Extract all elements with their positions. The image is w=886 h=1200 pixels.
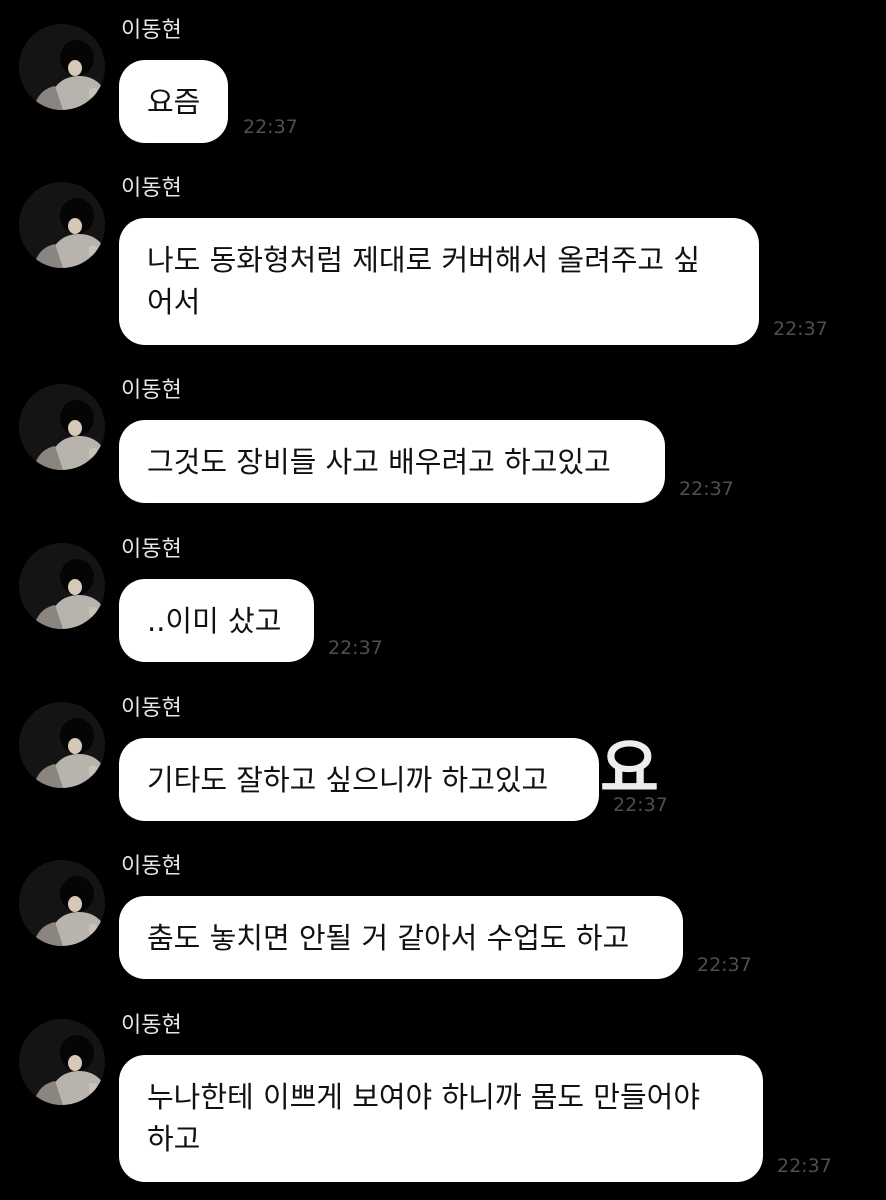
message-bubble[interactable]: 기타도 잘하고 싶으니까 하고있고 [119,738,599,821]
sender-name: 이동현 [121,18,182,43]
message-time: 22:37 [679,478,734,500]
sender-name: 이동현 [121,378,182,403]
message-time: 22:37 [613,794,668,816]
message-text-line: 나도 동화형처럼 제대로 커버해서 올려주고 싶 [147,243,701,277]
avatar[interactable] [19,860,105,946]
sender-name: 이동현 [121,854,182,879]
message-text: ..이미 샀고 [147,603,282,638]
sender-name: 이동현 [121,696,182,721]
message-bubble[interactable]: 나도 동화형처럼 제대로 커버해서 올려주고 싶 어서 [119,218,759,345]
message-bubble[interactable]: 춤도 놓치면 안될 거 같아서 수업도 하고 [119,896,683,979]
message-bubble[interactable]: 요즘 [119,60,229,143]
message-text: 그것도 장비들 사고 배우려고 하고있고 [147,444,611,479]
message-text-line: 어서 [147,285,201,319]
message-time: 22:37 [328,637,383,659]
message-time: 22:37 [773,318,828,340]
avatar[interactable] [19,24,105,110]
chat-message-list[interactable]: 이동현 요즘 22:37 이동현 나도 동화형처럼 제대로 커버해서 올려주고 … [0,0,886,1200]
message-bubble[interactable]: ..이미 샀고 [119,579,314,662]
message-text-line: 하고 [147,1122,201,1156]
message-text: 요즘 [147,84,201,119]
message-bubble[interactable]: 그것도 장비들 사고 배우려고 하고있고 [119,420,665,503]
message-time: 22:37 [697,954,752,976]
avatar[interactable] [19,702,105,788]
message-text: 기타도 잘하고 싶으니까 하고있고 [147,762,549,797]
avatar[interactable] [19,182,105,268]
sender-name: 이동현 [121,1013,182,1038]
avatar[interactable] [19,1019,105,1105]
sender-name: 이동현 [121,176,182,201]
avatar[interactable] [19,543,105,629]
avatar[interactable] [19,384,105,470]
message-bubble[interactable]: 누나한테 이쁘게 보여야 하니까 몸도 만들어야 하고 [119,1055,763,1182]
message-time: 22:37 [243,116,298,138]
message-text: 춤도 놓치면 안될 거 같아서 수업도 하고 [147,920,630,955]
sender-name: 이동현 [121,537,182,562]
message-time: 22:37 [777,1155,832,1177]
message-text-line: 누나한테 이쁘게 보여야 하니까 몸도 만들어야 [147,1080,701,1114]
